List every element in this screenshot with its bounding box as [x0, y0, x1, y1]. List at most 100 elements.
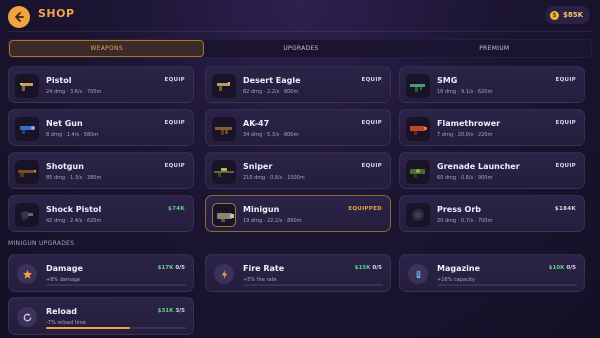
- upgrade-desc: +16% capacity: [437, 277, 476, 283]
- net-gun-icon: [15, 117, 39, 141]
- upgrade-price: $10K: [548, 265, 565, 271]
- equip-button[interactable]: EQUIP: [556, 120, 576, 126]
- weapon-card-shotgun[interactable]: Shotgun 85 dmg · 1.3/s · 380m EQUIP: [8, 152, 194, 189]
- upgrade-progress: [437, 284, 577, 286]
- pistol-icon: [15, 74, 39, 98]
- upgrade-name: Reload: [46, 307, 77, 316]
- equip-button[interactable]: EQUIP: [362, 77, 382, 83]
- weapon-card-net-gun[interactable]: Net Gun 8 dmg · 1.4/s · 580m EQUIP: [8, 109, 194, 146]
- ak-47-icon: [212, 117, 236, 141]
- weapon-name: Sniper: [243, 162, 273, 171]
- weapon-stats: 82 dmg · 2.2/s · 800m: [243, 89, 299, 95]
- weapon-card-grenade-launcher[interactable]: Grenade Launcher 60 dmg · 0.8/s · 900m E…: [399, 152, 585, 189]
- upgrade-price: $15K: [354, 265, 371, 271]
- upgrade-buy-button[interactable]: $10K 0/5: [549, 265, 576, 271]
- shop-header: SHOP $ $85K: [0, 0, 600, 30]
- weapon-name: Flamethrower: [437, 119, 501, 128]
- weapon-card-ak-47[interactable]: AK-47 34 dmg · 5.3/s · 800m EQUIP: [205, 109, 391, 146]
- coin-icon: $: [549, 10, 559, 20]
- weapon-stats: 42 dmg · 2.4/s · 620m: [46, 218, 102, 224]
- upgrade-card-fire-rate[interactable]: Fire Rate +5% fire rate $15K 0/5: [205, 254, 391, 292]
- weapon-card-flamethrower[interactable]: Flamethrower 7 dmg · 20.0/s · 220m EQUIP: [399, 109, 585, 146]
- shotgun-icon: [15, 160, 39, 184]
- upgrade-price: $31K: [157, 308, 174, 314]
- upgrade-name: Fire Rate: [243, 264, 285, 273]
- upgrade-buy-button[interactable]: $17K 0/5: [158, 265, 185, 271]
- desert-eagle-icon: [212, 74, 236, 98]
- shock-pistol-icon: [15, 203, 39, 227]
- upgrade-progress: [46, 284, 186, 286]
- equip-button[interactable]: EQUIP: [362, 120, 382, 126]
- buy-button[interactable]: $74K: [168, 206, 185, 212]
- equip-button[interactable]: EQUIP: [165, 163, 185, 169]
- shop-tabs: WEAPONS UPGRADES PREMIUM: [8, 39, 592, 58]
- weapon-stats: 210 dmg · 0.8/s · 1500m: [243, 175, 305, 181]
- weapon-card-smg[interactable]: SMG 16 dmg · 9.1/s · 620m EQUIP: [399, 66, 585, 103]
- flamethrower-icon: [406, 117, 430, 141]
- weapon-name: Shotgun: [46, 162, 84, 171]
- upgrade-card-reload[interactable]: Reload -7% reload time $31K 3/5: [8, 297, 194, 335]
- equip-button[interactable]: EQUIP: [165, 77, 185, 83]
- section-label-upgrades: MINIGUN UPGRADES: [8, 240, 75, 247]
- weapon-name: Grenade Launcher: [437, 162, 520, 171]
- weapon-stats: 19 dmg · 22.2/s · 890m: [243, 218, 302, 224]
- upgrade-card-magazine[interactable]: Magazine +16% capacity $10K 0/5: [399, 254, 585, 292]
- currency-amount: $85K: [562, 11, 583, 19]
- weapon-stats: 85 dmg · 1.3/s · 380m: [46, 175, 102, 181]
- press-orb-icon: [406, 203, 430, 227]
- weapon-card-pistol[interactable]: Pistol 24 dmg · 3.6/s · 700m EQUIP: [8, 66, 194, 103]
- buy-button[interactable]: $184K: [555, 206, 576, 212]
- tab-premium[interactable]: PREMIUM: [398, 40, 591, 57]
- upgrade-desc: +8% damage: [46, 277, 81, 283]
- star-icon: [17, 264, 37, 284]
- lightning-icon: [214, 264, 234, 284]
- magazine-icon: [408, 264, 428, 284]
- grenade-launcher-icon: [406, 160, 430, 184]
- weapon-stats: 60 dmg · 0.8/s · 900m: [437, 175, 493, 181]
- weapon-name: Minigun: [243, 205, 280, 214]
- upgrade-level: 3/5: [175, 308, 185, 314]
- upgrade-buy-button[interactable]: $31K 3/5: [158, 308, 185, 314]
- upgrade-level: 0/5: [372, 265, 382, 271]
- weapon-card-minigun[interactable]: Minigun 19 dmg · 22.2/s · 890m EQUIPPED: [205, 195, 391, 232]
- equip-button[interactable]: EQUIP: [362, 163, 382, 169]
- sniper-icon: [212, 160, 236, 184]
- upgrade-level: 0/5: [175, 265, 185, 271]
- weapon-name: SMG: [437, 76, 458, 85]
- upgrade-price: $17K: [157, 265, 174, 271]
- header-divider: [8, 31, 592, 32]
- page-title: SHOP: [38, 7, 75, 20]
- weapon-name: Net Gun: [46, 119, 83, 128]
- back-button[interactable]: [8, 6, 30, 28]
- minigun-icon: [212, 203, 236, 227]
- upgrade-desc: +5% fire rate: [243, 277, 277, 283]
- weapon-name: Press Orb: [437, 205, 482, 214]
- upgrade-desc: -7% reload time: [46, 320, 86, 326]
- weapon-name: Shock Pistol: [46, 205, 102, 214]
- upgrade-progress-fill: [46, 327, 130, 329]
- upgrade-progress: [46, 327, 186, 329]
- tab-weapons[interactable]: WEAPONS: [9, 40, 205, 57]
- weapon-stats: 7 dmg · 20.0/s · 220m: [437, 132, 493, 138]
- weapon-stats: 8 dmg · 1.4/s · 580m: [46, 132, 99, 138]
- reload-icon: [17, 307, 37, 327]
- upgrade-level: 0/5: [566, 265, 576, 271]
- weapon-name: Desert Eagle: [243, 76, 301, 85]
- weapon-stats: 24 dmg · 3.6/s · 700m: [46, 89, 102, 95]
- smg-icon: [406, 74, 430, 98]
- weapon-card-desert-eagle[interactable]: Desert Eagle 82 dmg · 2.2/s · 800m EQUIP: [205, 66, 391, 103]
- upgrade-buy-button[interactable]: $15K 0/5: [355, 265, 382, 271]
- upgrade-progress: [243, 284, 383, 286]
- equip-button[interactable]: EQUIP: [165, 120, 185, 126]
- equipped-badge: EQUIPPED: [348, 206, 382, 212]
- weapon-card-sniper[interactable]: Sniper 210 dmg · 0.8/s · 1500m EQUIP: [205, 152, 391, 189]
- weapon-card-press-orb[interactable]: Press Orb 20 dmg · 0.7/s · 700m $184K: [399, 195, 585, 232]
- weapon-name: AK-47: [243, 119, 270, 128]
- weapon-name: Pistol: [46, 76, 72, 85]
- tab-upgrades[interactable]: UPGRADES: [204, 40, 397, 57]
- weapon-card-shock-pistol[interactable]: Shock Pistol 42 dmg · 2.4/s · 620m $74K: [8, 195, 194, 232]
- equip-button[interactable]: EQUIP: [556, 77, 576, 83]
- upgrade-name: Magazine: [437, 264, 481, 273]
- equip-button[interactable]: EQUIP: [556, 163, 576, 169]
- upgrade-card-damage[interactable]: Damage +8% damage $17K 0/5: [8, 254, 194, 292]
